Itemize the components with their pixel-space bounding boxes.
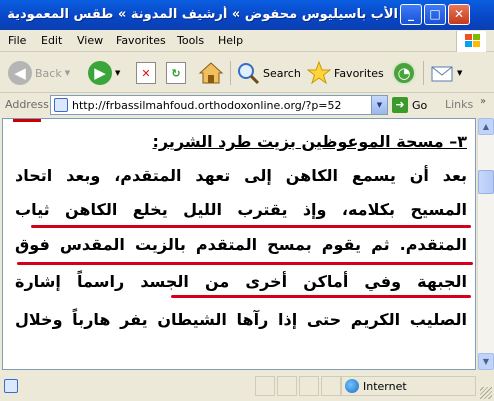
toolbar: ◀ Back ▼ ▶ ▼ ✕ ↻ Search Favorites ◔ ▼ [0,53,494,93]
menu-file[interactable]: File [8,34,26,47]
search-button[interactable]: Search [236,59,301,87]
forward-arrow-icon: ▶ [88,61,112,85]
scroll-thumb[interactable] [478,170,494,194]
address-dropdown-button[interactable]: ▼ [371,96,387,114]
go-label: Go [412,98,428,112]
address-input[interactable]: http://frbassilmahfoud.orthodoxonline.or… [50,95,388,115]
red-divider [13,119,41,122]
red-underline [17,262,473,265]
article-line-1: بعد أن يسمع الكاهن إلى تعهد المتقدم، وبع… [15,166,467,185]
address-bar: Address http://frbassilmahfoud.orthodoxo… [0,94,494,116]
window-title: الأب باسيليوس محفوض » أرشيف المدونة » طق… [3,7,398,22]
menu-bar: File Edit View Favorites Tools Help [0,30,494,52]
status-pane [321,376,341,396]
go-arrow-icon: ➜ [392,97,408,113]
zone-label: Internet [363,380,407,393]
zone-pane [341,376,476,396]
minimize-button[interactable]: _ [400,4,422,25]
back-arrow-icon: ◀ [8,61,32,85]
favorites-button[interactable]: Favorites [307,59,384,87]
history-icon: ◔ [392,61,416,85]
status-pane [299,376,319,396]
vertical-scrollbar[interactable]: ▲ ▼ [477,118,494,370]
red-underline [171,295,471,298]
mail-button[interactable]: ▼ [430,59,462,87]
stop-button[interactable]: ✕ [136,59,156,87]
page-status-icon [4,379,18,393]
menu-help[interactable]: Help [218,34,243,47]
windows-logo-icon [456,31,486,52]
back-label: Back [35,66,62,80]
article-line-3: المتقدم. ثم يقوم بمسح المتقدم بالزيت الم… [15,235,467,254]
star-icon [307,61,331,85]
links-button[interactable]: Links [445,98,473,111]
page-icon [54,98,68,112]
chevron-double-right-icon[interactable]: » [480,96,486,107]
menu-tools[interactable]: Tools [177,34,204,47]
url-text[interactable]: http://frbassilmahfoud.orthodoxonline.or… [72,99,342,112]
toolbar-separator [230,61,231,85]
article-heading: ٣– مسحة الموعوظين بزيت طرد الشرير: [15,131,467,153]
maximize-button[interactable]: □ [424,4,446,25]
status-pane [255,376,275,396]
chevron-down-icon: ▼ [115,69,121,77]
article-line-2: المسيح بكلامه، وإذ يقترب الليل يخلع الكا… [15,200,467,219]
menu-edit[interactable]: Edit [41,34,62,47]
mail-icon [431,66,453,82]
back-button[interactable]: ◀ Back ▼ [8,59,70,87]
article-line-4: الجبهة وفي أماكن أخرى من الجسد راسماً إش… [15,272,467,291]
forward-button[interactable]: ▶ ▼ [88,59,120,87]
home-button[interactable] [198,59,224,87]
search-icon [238,63,260,85]
stop-icon: ✕ [136,62,156,84]
toolbar-separator [423,61,424,85]
resize-grip[interactable] [480,387,492,399]
favorites-label: Favorites [334,66,384,80]
page-content: ٣– مسحة الموعوظين بزيت طرد الشرير: بعد أ… [2,118,476,370]
address-label: Address [5,98,49,111]
home-icon [198,62,224,84]
scroll-up-button[interactable]: ▲ [478,118,494,135]
history-button[interactable]: ◔ [392,59,416,87]
red-underline [31,225,471,228]
refresh-button[interactable]: ↻ [166,59,186,87]
article-line-5: الصليب الكريم حتى إذا رآها الشيطان يفر ه… [15,310,467,329]
refresh-icon: ↻ [166,62,186,84]
search-label: Search [263,66,301,80]
scroll-down-button[interactable]: ▼ [478,353,494,370]
menu-view[interactable]: View [77,34,103,47]
menu-favorites[interactable]: Favorites [116,34,166,47]
chevron-down-icon: ▼ [457,69,463,77]
status-pane [277,376,297,396]
go-button[interactable]: ➜ Go [392,97,427,113]
globe-icon [345,379,359,393]
title-bar[interactable]: الأب باسيليوس محفوض » أرشيف المدونة » طق… [0,0,494,30]
chevron-down-icon: ▼ [64,69,71,77]
close-button[interactable]: ✕ [448,4,470,25]
heading-text: ٣– مسحة الموعوظين بزيت طرد الشرير: [152,132,467,151]
status-bar: Internet [0,373,494,401]
